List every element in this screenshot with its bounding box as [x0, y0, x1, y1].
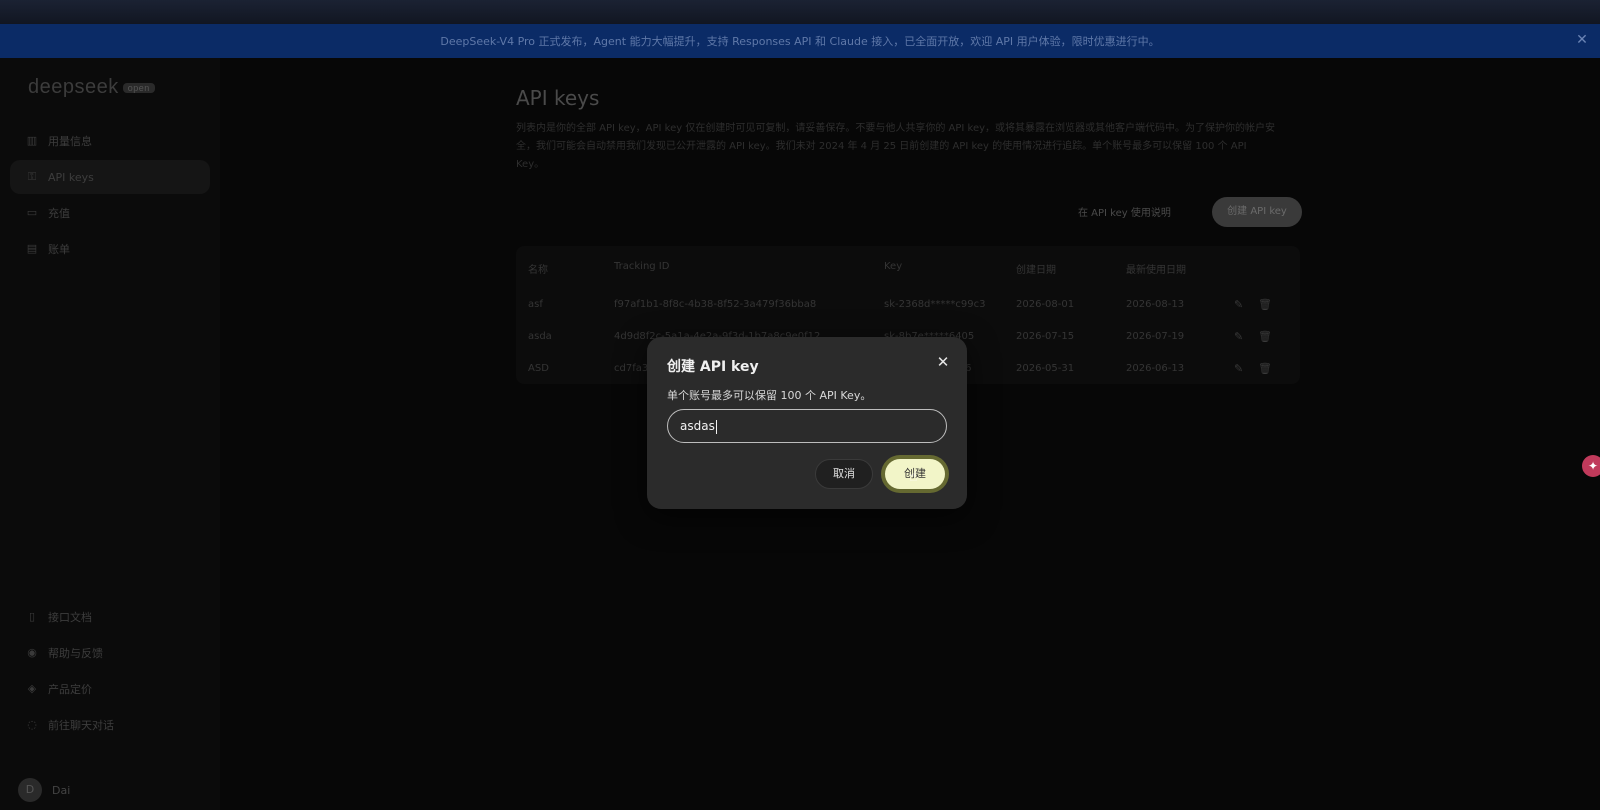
- modal-subtitle: 单个账号最多可以保留 100 个 API Key。: [667, 389, 872, 402]
- text-caret: [715, 419, 717, 434]
- modal-title: 创建 API key: [667, 359, 759, 375]
- cancel-button[interactable]: 取消: [815, 459, 873, 489]
- input-value: asdas: [680, 419, 715, 433]
- create-api-key-modal: 创建 API key ✕ 单个账号最多可以保留 100 个 API Key。 a…: [647, 337, 967, 509]
- hand-cursor-icon: ☝: [909, 469, 918, 485]
- api-key-name-input[interactable]: asdas: [667, 409, 947, 443]
- close-icon[interactable]: ✕: [935, 354, 951, 370]
